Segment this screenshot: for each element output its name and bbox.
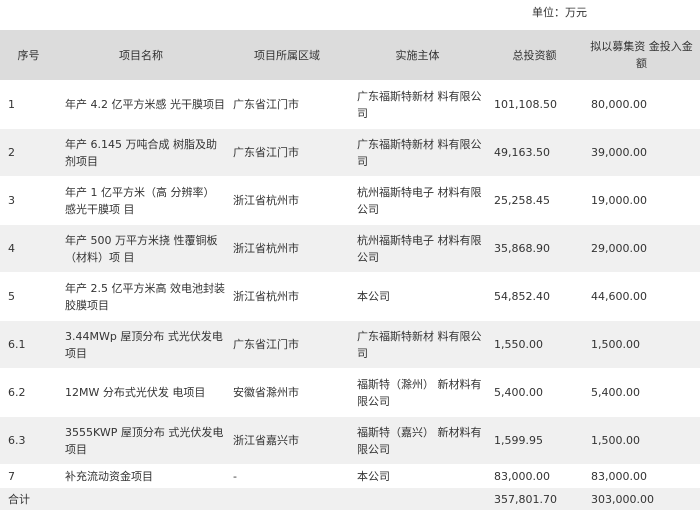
cell-project-name: 年产 2.5 亿平方米高 效电池封装胶膜项目 xyxy=(57,272,225,321)
cell-entity: 广东福斯特新材 料有限公司 xyxy=(349,80,486,129)
cell-region: 浙江省杭州市 xyxy=(225,272,349,321)
total-investment-sum: 357,801.70 xyxy=(486,487,583,511)
cell-entity: 福斯特（滁州） 新材料有限公司 xyxy=(349,368,486,417)
cell-no: 7 xyxy=(0,464,57,488)
table-row: 6.3 3555KWP 屋顶分布 式光伏发电项目 浙江省嘉兴市 福斯特（嘉兴） … xyxy=(0,416,700,465)
cell-region: 安徽省滁州市 xyxy=(225,368,349,417)
table-row: 3 年产 1 亿平方米（高 分辨率）感光干膜项 目 浙江省杭州市 杭州福斯特电子… xyxy=(0,176,700,225)
table-row: 2 年产 6.145 万吨合成 树脂及助剂项目 广东省江门市 广东福斯特新材 料… xyxy=(0,128,700,177)
cell-entity: 杭州福斯特电子 材料有限公司 xyxy=(349,224,486,273)
cell-entity: 杭州福斯特电子 材料有限公司 xyxy=(349,176,486,225)
table-row: 6.2 12MW 分布式光伏发 电项目 安徽省滁州市 福斯特（滁州） 新材料有限… xyxy=(0,368,700,417)
cell-total: 101,108.50 xyxy=(486,80,583,129)
cell-region: 广东省江门市 xyxy=(225,320,349,369)
table-row: 1 年产 4.2 亿平方米感 光干膜项目 广东省江门市 广东福斯特新材 料有限公… xyxy=(0,80,700,129)
cell-total: 83,000.00 xyxy=(486,464,583,488)
cell-entity: 福斯特（嘉兴） 新材料有限公司 xyxy=(349,416,486,465)
cell-project-name: 年产 1 亿平方米（高 分辨率）感光干膜项 目 xyxy=(57,176,225,225)
header-project-name: 项目名称 xyxy=(57,30,225,81)
cell-raised: 39,000.00 xyxy=(583,128,700,177)
cell-region: 浙江省杭州市 xyxy=(225,176,349,225)
cell-region: 浙江省杭州市 xyxy=(225,224,349,273)
cell-total: 1,550.00 xyxy=(486,320,583,369)
header-raised-funds: 拟以募集资 金投入金 额 xyxy=(583,30,700,81)
cell-no: 6.1 xyxy=(0,320,57,369)
cell-total: 54,852.40 xyxy=(486,272,583,321)
cell-region: - xyxy=(225,464,349,488)
cell-no: 3 xyxy=(0,176,57,225)
table-header-row: 序号 项目名称 项目所属区域 实施主体 总投资额 拟以募集资 金投入金 额 xyxy=(0,30,700,81)
header-total-investment: 总投资额 xyxy=(486,30,583,81)
total-label: 合计 xyxy=(0,487,57,511)
cell-raised: 5,400.00 xyxy=(583,368,700,417)
header-entity: 实施主体 xyxy=(349,30,486,81)
unit-label: 单位：万元 xyxy=(532,6,587,19)
table-row: 6.1 3.44MWp 屋顶分布 式光伏发电项目 广东省江门市 广东福斯特新材 … xyxy=(0,320,700,369)
cell-project-name: 年产 6.145 万吨合成 树脂及助剂项目 xyxy=(57,128,225,177)
cell-entity: 本公司 xyxy=(349,464,486,488)
cell-raised: 80,000.00 xyxy=(583,80,700,129)
table-row: 7 补充流动资金项目 - 本公司 83,000.00 83,000.00 xyxy=(0,464,700,488)
cell-total: 1,599.95 xyxy=(486,416,583,465)
cell-total: 35,868.90 xyxy=(486,224,583,273)
cell-entity: 本公司 xyxy=(349,272,486,321)
total-row: 合计 357,801.70 303,000.00 xyxy=(0,487,700,511)
investment-table: 序号 项目名称 项目所属区域 实施主体 总投资额 拟以募集资 金投入金 额 1 … xyxy=(0,30,700,511)
cell-no: 2 xyxy=(0,128,57,177)
cell-project-name: 年产 500 万平方米挠 性覆铜板（材料）项 目 xyxy=(57,224,225,273)
total-raised-sum: 303,000.00 xyxy=(583,487,700,511)
cell-raised: 44,600.00 xyxy=(583,272,700,321)
cell-no: 6.2 xyxy=(0,368,57,417)
cell-entity: 广东福斯特新材 料有限公司 xyxy=(349,128,486,177)
cell-no: 6.3 xyxy=(0,416,57,465)
cell-raised: 1,500.00 xyxy=(583,416,700,465)
cell-total: 49,163.50 xyxy=(486,128,583,177)
cell-region: 广东省江门市 xyxy=(225,80,349,129)
table-row: 5 年产 2.5 亿平方米高 效电池封装胶膜项目 浙江省杭州市 本公司 54,8… xyxy=(0,272,700,321)
cell-raised: 1,500.00 xyxy=(583,320,700,369)
cell-no: 1 xyxy=(0,80,57,129)
cell-region: 广东省江门市 xyxy=(225,128,349,177)
cell-no: 4 xyxy=(0,224,57,273)
table-row: 4 年产 500 万平方米挠 性覆铜板（材料）项 目 浙江省杭州市 杭州福斯特电… xyxy=(0,224,700,273)
cell-raised: 29,000.00 xyxy=(583,224,700,273)
cell-no: 5 xyxy=(0,272,57,321)
cell-project-name: 年产 4.2 亿平方米感 光干膜项目 xyxy=(57,80,225,129)
cell-total: 5,400.00 xyxy=(486,368,583,417)
cell-project-name: 12MW 分布式光伏发 电项目 xyxy=(57,368,225,417)
cell-project-name: 3.44MWp 屋顶分布 式光伏发电项目 xyxy=(57,320,225,369)
cell-raised: 19,000.00 xyxy=(583,176,700,225)
cell-entity: 广东福斯特新材 料有限公司 xyxy=(349,320,486,369)
header-no: 序号 xyxy=(0,30,57,81)
cell-project-name: 补充流动资金项目 xyxy=(57,464,225,488)
cell-region: 浙江省嘉兴市 xyxy=(225,416,349,465)
cell-total: 25,258.45 xyxy=(486,176,583,225)
cell-project-name: 3555KWP 屋顶分布 式光伏发电项目 xyxy=(57,416,225,465)
header-region: 项目所属区域 xyxy=(225,30,349,81)
cell-raised: 83,000.00 xyxy=(583,464,700,488)
